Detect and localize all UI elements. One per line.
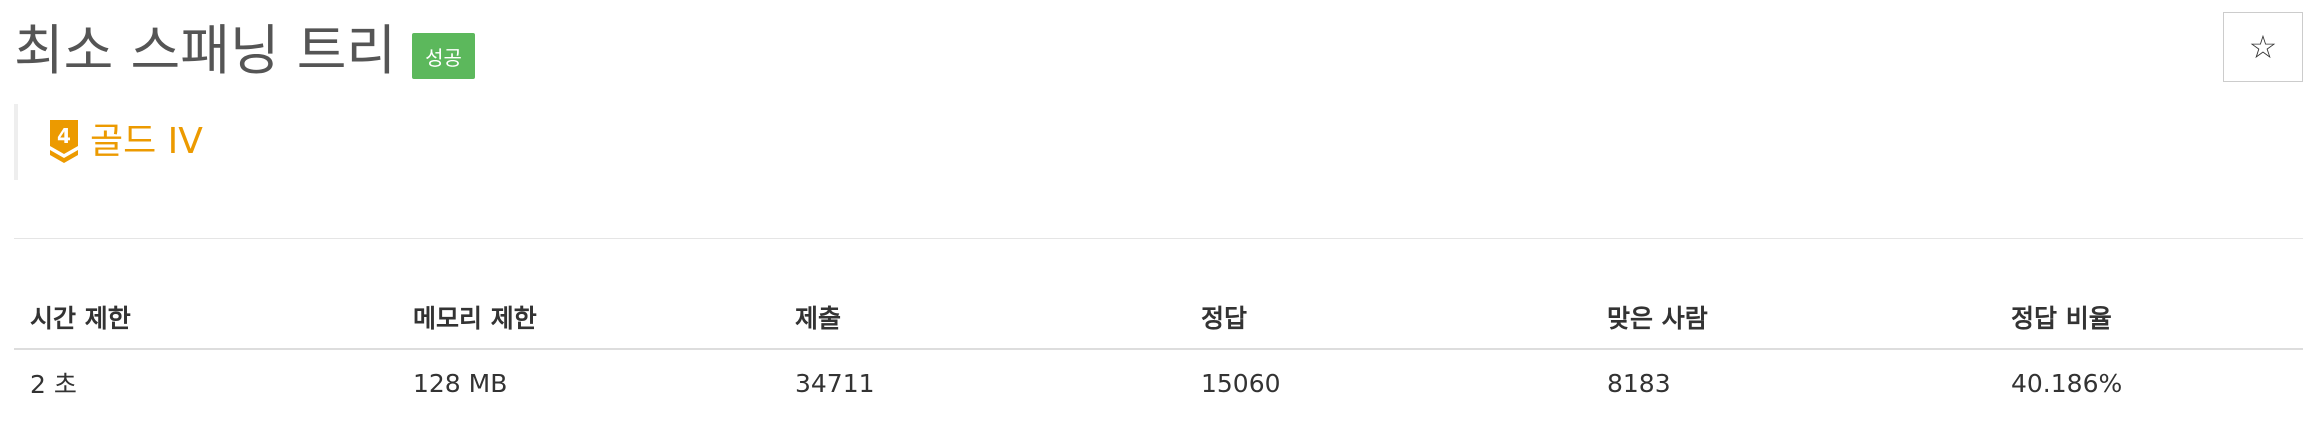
cell-memory-limit: 128 MB [413,368,508,398]
header-accepted: 정답 [1185,286,1591,350]
problem-page: 최소 스패닝 트리 성공 ☆ 4 골드 IV 시간 제한 메모리 제한 제출 정… [0,0,2318,438]
tier-number: 4 [57,124,71,148]
title-row: 최소 스패닝 트리 성공 [14,14,475,88]
header-time-limit: 시간 제한 [14,286,397,350]
cell-solved-users[interactable]: 8183 [1591,349,1995,416]
cell-accepted[interactable]: 15060 [1185,349,1591,416]
cell-time-limit: 2 초 [30,370,77,399]
tier-section: 4 골드 IV [14,104,203,180]
problem-info-table: 시간 제한 메모리 제한 제출 정답 맞은 사람 정답 비율 2 초 128 M… [14,286,2303,416]
problem-title: 최소 스패닝 트리 [14,19,397,82]
cell-accuracy-rate: 40.186% [2011,368,2123,398]
star-button[interactable]: ☆ [2223,12,2303,82]
header-memory-limit: 메모리 제한 [397,286,779,350]
divider [14,238,2303,239]
header-submissions: 제출 [779,286,1185,350]
tier-label[interactable]: 골드 IV [90,124,203,160]
table-header-row: 시간 제한 메모리 제한 제출 정답 맞은 사람 정답 비율 [14,286,2303,350]
status-badge: 성공 [412,33,475,79]
table-row: 2 초 128 MB 34711 15060 8183 40.186% [14,349,2303,416]
cell-submissions[interactable]: 34711 [779,349,1185,416]
star-outline-icon: ☆ [2248,28,2278,66]
header-accuracy-rate: 정답 비율 [1995,286,2303,350]
gold-tier-badge-icon: 4 [50,120,78,163]
header-solved-users: 맞은 사람 [1591,286,1995,350]
